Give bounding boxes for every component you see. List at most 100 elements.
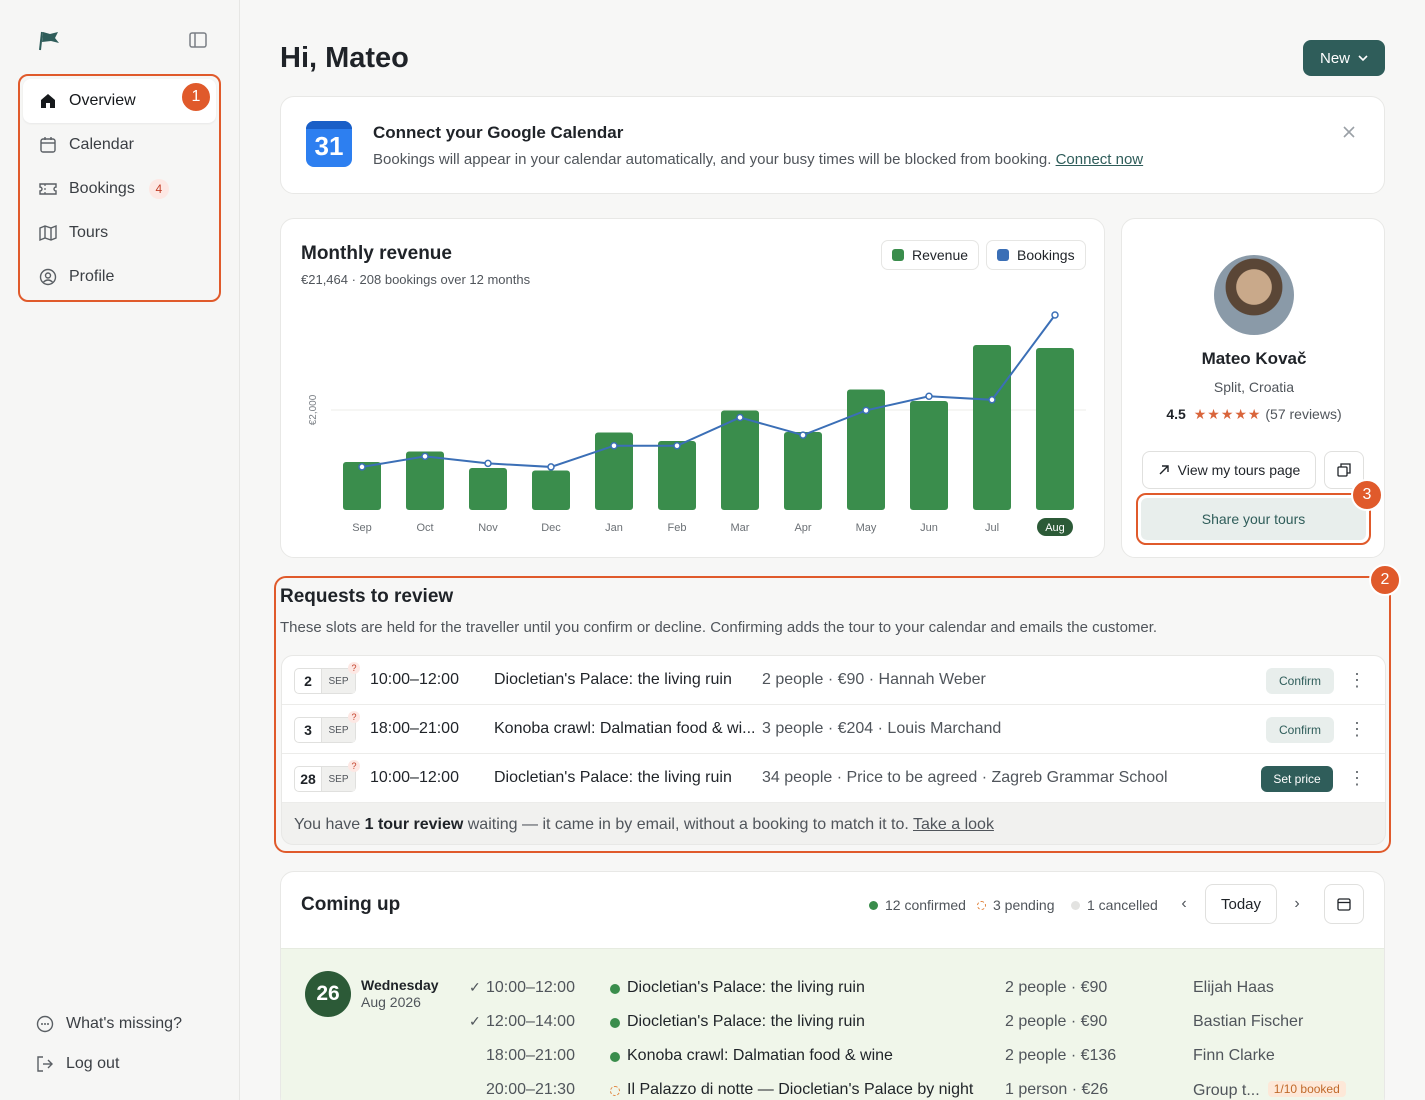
whats-missing-link[interactable]: What's missing?: [36, 1004, 182, 1044]
sidebar-toggle-icon[interactable]: [188, 30, 208, 50]
profile-rating: 4.5 ★★★★★ (57 reviews): [1166, 406, 1342, 422]
map-icon: [39, 224, 57, 242]
sidebar: Overview Calendar Bookings 4 Tours Profi…: [0, 0, 240, 1100]
share-tours-button[interactable]: Share your tours: [1141, 498, 1366, 540]
nav-item-profile[interactable]: Profile: [23, 255, 216, 299]
x-tick-label: Jan: [605, 522, 623, 534]
new-button[interactable]: New: [1303, 40, 1385, 76]
event-row[interactable]: ✓ 12:00–14:00 Diocletian's Palace: the l…: [281, 1005, 1384, 1039]
nav-item-bookings[interactable]: Bookings 4: [23, 167, 216, 211]
close-icon[interactable]: [1342, 125, 1356, 139]
chevron-right-icon[interactable]: ›: [1287, 895, 1307, 915]
arrow-up-right-icon: [1159, 465, 1169, 475]
tour-review-note: You have 1 tour review waiting — it came…: [294, 816, 994, 833]
share-tours-highlight: Share your tours: [1136, 493, 1371, 545]
request-row[interactable]: 2 SEP ? 10:00–12:00 Diocletian's Palace: …: [282, 656, 1385, 705]
bookings-point: [358, 463, 366, 471]
nav-label: Bookings: [69, 180, 135, 197]
x-tick-label: Jul: [985, 522, 999, 534]
nav-item-tours[interactable]: Tours: [23, 211, 216, 255]
logout-label: Log out: [66, 1055, 120, 1072]
copy-icon: [1337, 463, 1351, 477]
question-icon: ?: [348, 760, 360, 772]
more-options-icon[interactable]: ⋮: [1348, 670, 1366, 690]
logout-icon: [36, 1055, 54, 1073]
event-row[interactable]: ✓ 10:00–12:00 Diocletian's Palace: the l…: [281, 971, 1384, 1005]
check-icon: ✓: [469, 979, 481, 995]
x-tick-label: Sep: [352, 522, 372, 534]
revenue-bar: [1036, 348, 1074, 510]
set-price-button[interactable]: Set price: [1261, 766, 1333, 792]
calendar-icon: [1337, 898, 1351, 911]
request-tour: Diocletian's Palace: the living ruin: [494, 769, 732, 786]
annotation-marker-2: 2: [1369, 564, 1401, 596]
requests-title: Requests to review: [280, 586, 454, 607]
event-row[interactable]: 20:00–21:30 Il Palazzo di notte — Diocle…: [281, 1073, 1384, 1100]
requests-list: 2 SEP ? 10:00–12:00 Diocletian's Palace: …: [281, 655, 1386, 845]
requests-to-review: Requests to review These slots are held …: [274, 564, 1401, 853]
nav-label: Calendar: [69, 136, 134, 153]
request-row[interactable]: 28 SEP ? 10:00–12:00 Diocletian's Palace:…: [282, 754, 1385, 803]
confirm-button[interactable]: Confirm: [1266, 668, 1334, 694]
sidebar-footer: What's missing? Log out: [36, 1004, 182, 1084]
bookings-point: [673, 441, 681, 450]
bookings-point: [421, 452, 429, 461]
bookings-point: [925, 392, 933, 401]
revenue-bar: [973, 345, 1011, 510]
x-tick-label: Apr: [794, 522, 811, 534]
status-dot: [610, 984, 620, 994]
status-dot-pending: [610, 1086, 620, 1096]
user-circle-icon: [39, 268, 57, 286]
flag-logo-icon[interactable]: [38, 28, 62, 52]
revenue-bar: [406, 451, 444, 510]
request-meta: 2 people · €90 · Hannah Weber: [762, 671, 986, 688]
more-options-icon[interactable]: ⋮: [1348, 719, 1366, 739]
chevron-down-icon: [1358, 55, 1368, 62]
profile-location: Split, Croatia: [1213, 379, 1295, 395]
google-calendar-icon: 31: [306, 121, 352, 167]
annotation-marker-3: 3: [1351, 479, 1383, 511]
nav-label: Profile: [69, 268, 115, 285]
connect-now-link[interactable]: Connect now: [1056, 151, 1144, 168]
request-meta: 34 people · Price to be agreed · Zagreb …: [762, 769, 1168, 786]
request-time: 18:00–21:00: [370, 720, 459, 737]
request-row[interactable]: 3 SEP ? 18:00–21:00 Konoba crawl: Dalmati…: [282, 705, 1385, 754]
status-dot: [610, 1018, 620, 1028]
cancelled-count: 1 cancelled: [1071, 897, 1158, 913]
chevron-left-icon[interactable]: ‹: [1174, 895, 1194, 915]
bookings-count-badge: 4: [148, 179, 169, 199]
avatar: [1214, 255, 1294, 335]
revenue-bar: [532, 470, 570, 510]
more-options-icon[interactable]: ⋮: [1348, 768, 1366, 788]
bookings-point: [799, 431, 807, 439]
booked-badge: 1/10 booked: [1267, 1081, 1346, 1097]
bookings-point: [736, 413, 744, 422]
new-button-label: New: [1319, 49, 1350, 67]
bookings-point: [988, 396, 996, 404]
logout-link[interactable]: Log out: [36, 1044, 182, 1084]
revenue-bar: [658, 441, 696, 510]
confirm-button[interactable]: Confirm: [1266, 717, 1334, 743]
question-icon: ?: [348, 662, 360, 674]
bookings-point: [862, 406, 870, 415]
day-group: 26 Wednesday Aug 2026 ✓ 10:00–12:00 Dioc…: [281, 948, 1384, 1100]
revenue-bar: [469, 468, 507, 510]
nav-label: Tours: [69, 224, 109, 241]
event-row[interactable]: 18:00–21:00 Konoba crawl: Dalmatian food…: [281, 1039, 1384, 1073]
annotation-marker-1: 1: [180, 81, 212, 113]
request-meta: 3 people · €204 · Louis Marchand: [762, 720, 1002, 737]
view-tours-page-button[interactable]: View my tours page: [1142, 451, 1316, 489]
bookings-point: [484, 459, 492, 468]
x-tick-label: May: [856, 522, 877, 534]
revenue-bar: [784, 432, 822, 510]
today-button[interactable]: Today: [1205, 884, 1277, 924]
x-tick-label: Aug: [1045, 522, 1065, 534]
home-icon: [39, 92, 57, 110]
x-tick-label: Mar: [731, 522, 750, 534]
nav-item-calendar[interactable]: Calendar: [23, 123, 216, 167]
take-a-look-link[interactable]: Take a look: [913, 816, 994, 833]
bookings-point: [1051, 311, 1059, 319]
calendar-icon: [39, 136, 57, 154]
profile-name: Mateo Kovač: [1201, 349, 1307, 368]
calendar-view-button[interactable]: [1324, 884, 1364, 924]
